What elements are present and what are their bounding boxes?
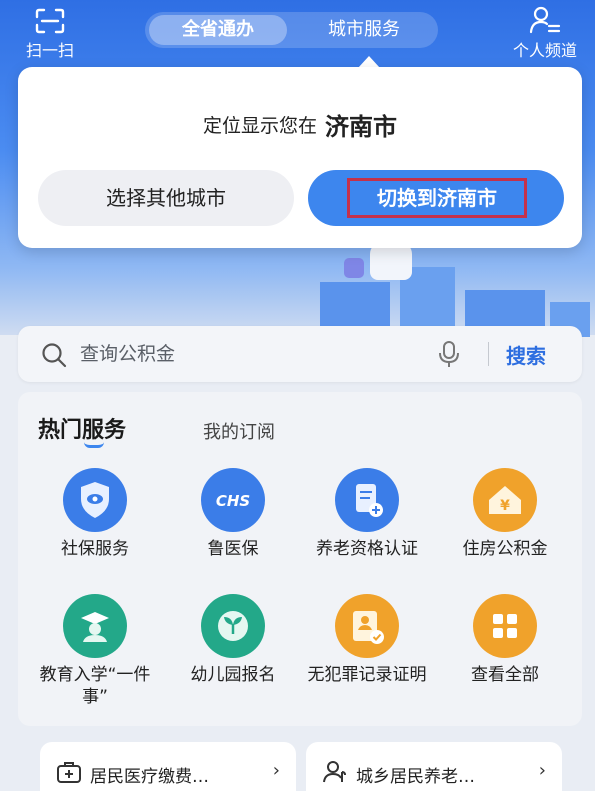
service-label: 查看全部 xyxy=(471,665,539,685)
service-pension-certification[interactable]: 养老资格认证 xyxy=(302,468,432,560)
service-housing-fund[interactable]: ¥ 住房公积金 xyxy=(440,468,570,560)
scan-label: 扫一扫 xyxy=(25,41,74,60)
active-tab-indicator xyxy=(84,442,104,448)
search-icon xyxy=(42,343,67,368)
service-label: 无犯罪记录证明 xyxy=(307,665,427,685)
top-bar: 扫一扫 全省通办 城市服务 个人频道 xyxy=(0,0,595,62)
chevron-right-icon: › xyxy=(538,760,546,781)
location-prefix: 定位显示您在 xyxy=(202,115,317,137)
personal-channel-button[interactable]: 个人频道 xyxy=(500,6,590,61)
service-label: 社保服务 xyxy=(61,539,129,559)
location-city: 济南市 xyxy=(325,113,397,141)
top-tab-switcher: 全省通办 城市服务 xyxy=(145,12,438,48)
personal-channel-label: 个人频道 xyxy=(512,41,577,60)
service-label: 鲁医保 xyxy=(207,539,259,559)
tab-city-service[interactable]: 城市服务 xyxy=(295,15,433,45)
id-card-check-icon xyxy=(335,594,399,658)
resident-pension-card[interactable]: 城乡居民养老… › xyxy=(306,742,562,791)
resident-medical-payment-card[interactable]: 居民医疗缴费… › xyxy=(40,742,296,791)
user-settings-icon xyxy=(529,6,561,34)
service-medical-insurance[interactable]: CHS 鲁医保 xyxy=(168,468,298,560)
svg-text:¥: ¥ xyxy=(500,498,510,514)
scan-icon xyxy=(35,8,65,34)
service-kindergarten-registration[interactable]: 幼儿园报名 xyxy=(168,594,298,686)
service-label: 养老资格认证 xyxy=(316,539,418,559)
medical-bag-icon xyxy=(57,762,81,783)
location-popup: 定位显示您在 济南市 选择其他城市 切换到济南市 xyxy=(18,67,582,248)
location-message: 定位显示您在 济南市 xyxy=(18,107,582,142)
home-badge-icon xyxy=(344,258,364,278)
search-button[interactable]: 搜索 xyxy=(506,340,546,369)
switch-city-button[interactable]: 切换到济南市 xyxy=(308,170,564,226)
svg-text:CHS: CHS xyxy=(216,492,250,510)
tab-hot-services[interactable]: 热门服务 xyxy=(38,412,126,444)
service-label: 幼儿园报名 xyxy=(190,665,276,685)
scan-button[interactable]: 扫一扫 xyxy=(14,8,86,61)
tab-my-subscriptions[interactable]: 我的订阅 xyxy=(203,418,275,444)
switch-city-label: 切换到济南市 xyxy=(347,178,527,218)
services-card: 热门服务 我的订阅 社保服务 CHS 鲁医保 养老资格认证 ¥ 住房公积金 教育… xyxy=(18,392,582,726)
service-label: 教育入学“一件事” xyxy=(39,665,151,707)
search-input[interactable] xyxy=(80,338,420,370)
tab-province-service[interactable]: 全省通办 xyxy=(149,15,287,45)
chevron-right-icon: › xyxy=(272,760,280,781)
choose-other-city-button[interactable]: 选择其他城市 xyxy=(38,170,294,226)
resident-pension-label: 城乡居民养老… xyxy=(356,767,475,787)
search-divider xyxy=(488,342,489,366)
graduate-icon xyxy=(63,594,127,658)
search-bar: 搜索 xyxy=(18,326,582,382)
service-social-security[interactable]: 社保服务 xyxy=(30,468,160,560)
document-plus-icon xyxy=(335,468,399,532)
microphone-icon[interactable] xyxy=(438,340,460,368)
sprout-icon xyxy=(201,594,265,658)
grid-icon xyxy=(473,594,537,658)
service-label: 住房公积金 xyxy=(462,539,548,559)
service-no-criminal-record[interactable]: 无犯罪记录证明 xyxy=(302,594,432,686)
house-yen-icon: ¥ xyxy=(473,468,537,532)
elder-person-icon xyxy=(323,761,346,783)
chs-icon: CHS xyxy=(201,468,265,532)
resident-medical-payment-label: 居民医疗缴费… xyxy=(90,767,209,787)
shield-eye-icon xyxy=(63,468,127,532)
service-education-enrollment[interactable]: 教育入学“一件事” xyxy=(30,594,160,708)
service-view-all[interactable]: 查看全部 xyxy=(440,594,570,686)
app-screen: 扫一扫 全省通办 城市服务 个人频道 定位显示您在 济南市 选择其他城市 切换到济… xyxy=(0,0,595,791)
